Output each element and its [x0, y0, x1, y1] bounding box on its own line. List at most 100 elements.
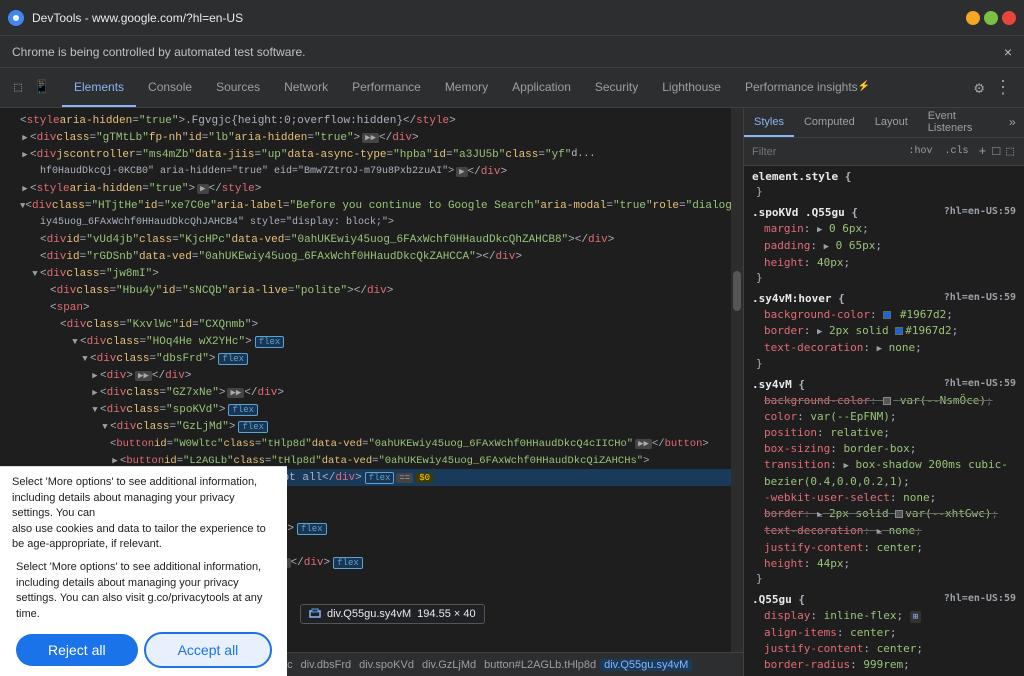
styles-filter-input[interactable]: [752, 146, 901, 158]
style-selector: .Q55gu { ?hl=en-US:59: [752, 593, 1016, 606]
tab-event-listeners[interactable]: Event Listeners: [918, 108, 1001, 137]
style-rule: transition: ▶ box-shadow 200ms cubic-bez…: [752, 457, 1016, 490]
html-line: ▶ <style aria-hidden="true"> ▶ </style>: [0, 180, 731, 197]
html-line: hf0HaudDkcQj-0KCB0" aria-hidden="true" e…: [0, 163, 731, 180]
filter-bar: :hov .cls + □ ⬚: [744, 138, 1024, 166]
html-line: ▶ <div class="gTMtLb" fp-nh" id="lb" ari…: [0, 129, 731, 146]
style-rule: height: 40px;: [752, 255, 1016, 271]
maximize-button[interactable]: [984, 11, 998, 25]
style-block-q55gu: .Q55gu { ?hl=en-US:59 display: inline-fl…: [752, 593, 1016, 676]
html-line: ▼ <div class="spoKVd"> flex: [0, 401, 731, 418]
html-line: ▶ <div jscontroller="ms4mZb" data-jiis="…: [0, 146, 731, 163]
tab-performance[interactable]: Performance: [340, 68, 433, 107]
style-block-sy4vm: .sy4vM { ?hl=en-US:59 background-color: …: [752, 378, 1016, 585]
breadcrumb-item-active[interactable]: div.Q55gu.sy4vM: [600, 659, 692, 671]
info-message: Chrome is being controlled by automated …: [12, 45, 305, 59]
element-style-block: element.style { }: [752, 170, 1016, 198]
style-rule: height: 44px;: [752, 556, 1016, 572]
html-line: <style aria-hidden="true">.Fgvgjc{height…: [0, 112, 731, 129]
html-line: ▼ <div class="HTjtHe" id="xe7C0e" aria-l…: [0, 197, 731, 214]
dimensions-class: div.Q55gu.sy4vM: [327, 608, 411, 620]
style-rule: justify-content: center;: [752, 540, 1016, 556]
tab-styles[interactable]: Styles: [744, 108, 794, 137]
add-style-icon[interactable]: +: [977, 142, 989, 161]
tab-sources[interactable]: Sources: [204, 68, 272, 107]
breadcrumb-item[interactable]: button#L2AGLb.tHlp8d: [480, 659, 600, 671]
html-line: <button id="W0Wltc" class="tHlp8d" data-…: [0, 435, 731, 452]
styles-settings-icon[interactable]: □: [990, 142, 1002, 161]
style-selector: .spoKVd .Q55gu { ?hl=en-US:59: [752, 206, 1016, 219]
style-rule: color: var(--EpFNM);: [752, 409, 1016, 425]
tab-layout[interactable]: Layout: [865, 108, 918, 137]
minimize-button[interactable]: [966, 11, 980, 25]
close-button[interactable]: [1002, 11, 1016, 25]
accept-all-button[interactable]: Accept all: [146, 634, 271, 666]
style-rule: align-items: center;: [752, 625, 1016, 641]
element-icon: [309, 608, 321, 620]
dimensions-tooltip: div.Q55gu.sy4vM 194.55 × 40: [300, 604, 485, 624]
html-line: <div id="rGDSnb" data-ved="0ahUKEwiy45uo…: [0, 248, 731, 265]
html-line: <span>: [0, 299, 731, 316]
style-rule: box-sizing: border-box;: [752, 441, 1016, 457]
html-line: ▶ <div class="GZ7xNe"> ▶▶ </div>: [0, 384, 731, 401]
style-rule: text-decoration: ▶ none;: [752, 340, 1016, 357]
html-line: ▼ <div class="HOq4He wX2YHc"> flex: [0, 333, 731, 350]
inspect-icon[interactable]: ⬚: [8, 78, 28, 98]
tab-elements[interactable]: Elements: [62, 68, 136, 107]
favicon: [8, 10, 24, 26]
tab-memory[interactable]: Memory: [433, 68, 500, 107]
style-rule: padding: ▶ 0 65px;: [752, 238, 1016, 255]
html-line: <div id="vUd4jb" class="KjcHPc" data-ved…: [0, 231, 731, 248]
html-line: ▼ <div class="GzLjMd"> flex: [0, 418, 731, 435]
breadcrumb-item[interactable]: div.GzLjMd: [418, 659, 480, 671]
devtools-header: ⬚ 📱 Elements Console Sources Network Per…: [0, 68, 1024, 108]
cls-filter-button[interactable]: .cls: [941, 144, 973, 159]
html-scrollbar[interactable]: [731, 108, 743, 652]
element-style-selector: element.style {: [752, 170, 1016, 183]
scrollbar-thumb[interactable]: [733, 271, 741, 311]
styles-more-icon[interactable]: ⬚: [1004, 142, 1016, 161]
automation-info-bar: Chrome is being controlled by automated …: [0, 36, 1024, 68]
cookie-text-more-text: Select 'More options' to see additional …: [16, 561, 262, 619]
style-rule: background-color: var(--NsmÖce);: [752, 393, 1016, 409]
tab-application[interactable]: Application: [500, 68, 583, 107]
title-bar: DevTools - www.google.com/?hl=en-US: [0, 0, 1024, 36]
html-line: ▶ <div> ▶▶ </div>: [0, 367, 731, 384]
tab-security[interactable]: Security: [583, 68, 650, 107]
style-selector: .sy4vM { ?hl=en-US:59: [752, 378, 1016, 391]
cookie-text-area: Select 'More options' to see additional …: [0, 467, 287, 556]
reject-all-button[interactable]: Reject all: [16, 634, 138, 666]
tab-console[interactable]: Console: [136, 68, 204, 107]
style-rule: position: relative;: [752, 425, 1016, 441]
filter-icons: + □ ⬚: [977, 142, 1016, 161]
style-selector: .sy4vM:hover { ?hl=en-US:59: [752, 292, 1016, 305]
styles-content: element.style { } .spoKVd .Q55gu { ?hl=e…: [744, 166, 1024, 676]
more-options-icon[interactable]: ⋮: [990, 73, 1016, 103]
style-block-spokvd-q55gu: .spoKVd .Q55gu { ?hl=en-US:59 margin: ▶ …: [752, 206, 1016, 284]
window-title: DevTools - www.google.com/?hl=en-US: [32, 11, 958, 25]
style-rule: margin: ▶ 0 6px;: [752, 221, 1016, 238]
devtools-tab-bar: Elements Console Sources Network Perform…: [62, 68, 968, 107]
style-rule: border: ▶ 2px solid #1967d2;: [752, 323, 1016, 340]
panel-tabs-more[interactable]: »: [1001, 108, 1024, 137]
style-rule: -webkit-user-select: none;: [752, 490, 1016, 506]
tab-lighthouse[interactable]: Lighthouse: [650, 68, 733, 107]
hov-filter-button[interactable]: :hov: [905, 144, 937, 159]
tab-performance-insights[interactable]: Performance insights ⚡: [733, 68, 882, 107]
html-line: ▼ <div class="dbsFrd"> flex: [0, 350, 731, 367]
html-line: iy45uog_6FAxWchf0HHaudDkcQhJAHCB4" style…: [0, 214, 731, 231]
tab-network[interactable]: Network: [272, 68, 340, 107]
dimensions-size: 194.55 × 40: [417, 608, 475, 620]
tab-computed[interactable]: Computed: [794, 108, 865, 137]
style-rule: border-radius: 999rem;: [752, 657, 1016, 673]
style-rule: justify-content: center;: [752, 641, 1016, 657]
html-line: <div class="KxvlWc" id="CXQnmb">: [0, 316, 731, 333]
breadcrumb-item[interactable]: div.spoKVd: [355, 659, 418, 671]
cookie-text-line1: Select 'More options' to see additional …: [12, 476, 257, 519]
device-icon[interactable]: 📱: [32, 78, 52, 98]
devtools-icons: ⬚ 📱: [8, 78, 52, 98]
breadcrumb-item[interactable]: div.dbsFrd: [297, 659, 356, 671]
info-close-button[interactable]: ×: [1004, 44, 1012, 60]
settings-icon[interactable]: ⚙: [970, 74, 988, 102]
cookie-buttons: Reject all Accept all: [0, 630, 287, 676]
